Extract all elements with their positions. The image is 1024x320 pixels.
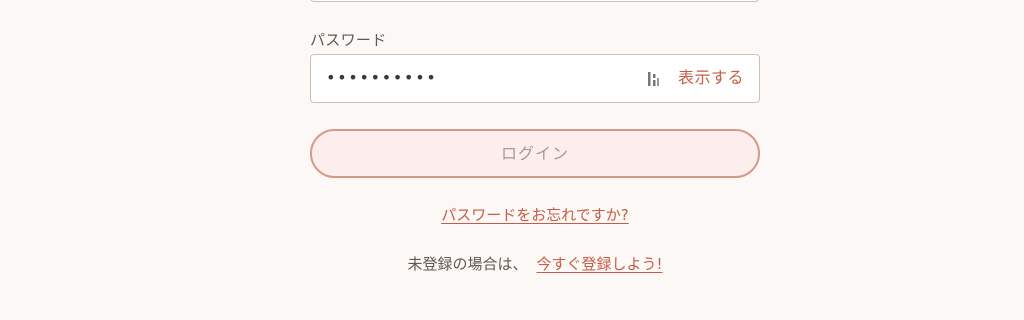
register-prompt: 未登録の場合は、 (407, 255, 528, 273)
password-masked-value: •••••••••• (326, 68, 438, 87)
password-manager-icon[interactable] (645, 70, 661, 88)
show-password-button[interactable]: 表示する (678, 67, 744, 89)
password-field[interactable]: •••••••••• 表示する (310, 54, 760, 103)
email-field[interactable] (310, 0, 759, 2)
register-link[interactable]: 今すぐ登録しよう! (537, 255, 663, 273)
login-button[interactable]: ログイン (310, 129, 760, 178)
password-label: パスワード (310, 31, 387, 49)
register-row: 未登録の場合は、 今すぐ登録しよう! (0, 254, 1024, 274)
forgot-password-link[interactable]: パスワードをお忘れですか? (0, 205, 1024, 225)
login-form: パスワード •••••••••• 表示する ログイン パスワードをお忘れですか?… (0, 0, 1024, 320)
